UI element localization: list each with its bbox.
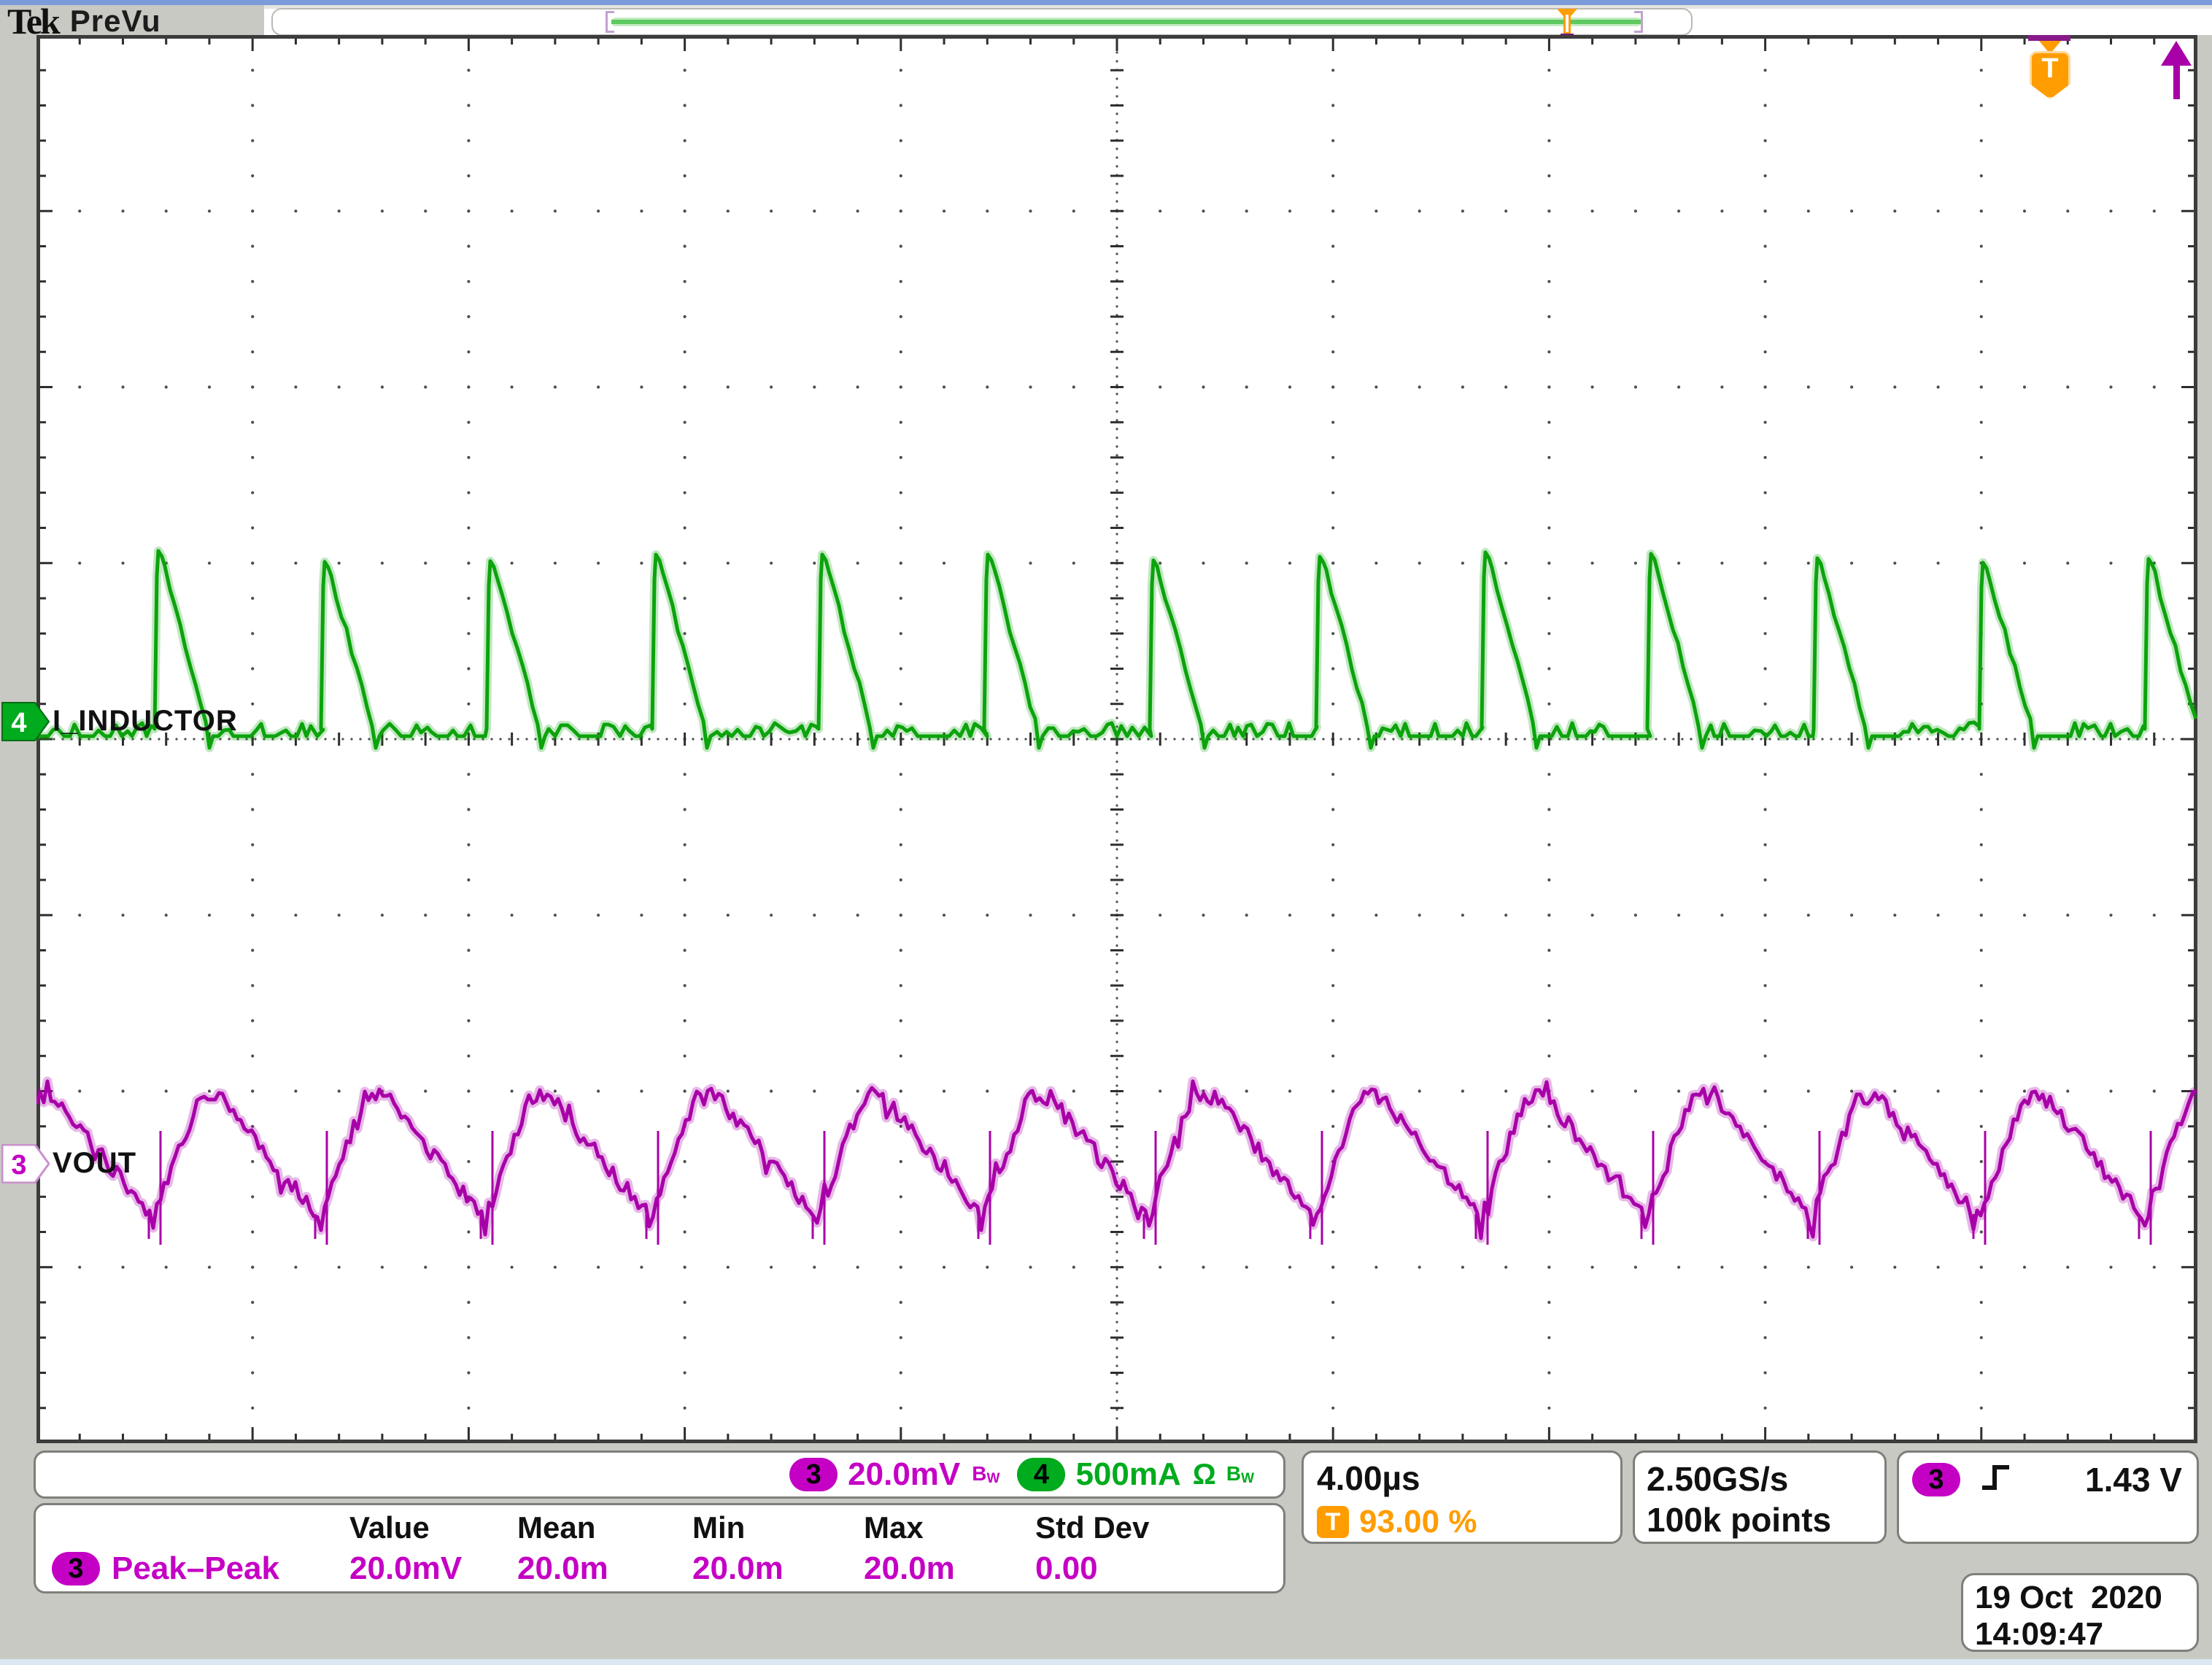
measurement-max: 20.0m — [864, 1550, 955, 1586]
col-stddev: Std Dev — [1035, 1510, 1150, 1545]
measurement-name: Peak–Peak — [112, 1550, 279, 1586]
measurement-value: 20.0mV — [349, 1550, 463, 1586]
measurement-source-badge: 3 — [52, 1552, 100, 1585]
trigger-stem-icon — [1566, 15, 1569, 32]
measurement-mean: 20.0m — [517, 1550, 608, 1586]
col-value: Value — [349, 1510, 430, 1545]
trigger-point-dash — [2028, 35, 2070, 41]
ohm-coupling-icon: Ω — [1192, 1458, 1216, 1491]
acquisition-mode-badge: PreVu — [69, 3, 161, 38]
acquisition-box[interactable]: 2.50GS/s 100k points — [1633, 1450, 1887, 1544]
window-end-bracket-icon[interactable] — [1634, 11, 1643, 33]
trigger-position-percent: 93.00 % — [1359, 1504, 1477, 1540]
measurement-row: 3 Peak–Peak 20.0mV 20.0m 20.0m 20.0m 0.0… — [36, 1548, 1283, 1590]
timebase-box[interactable]: 4.00µs T 93.00 % — [1302, 1450, 1623, 1544]
ch4-bandwidth-icon: BW — [1226, 1462, 1254, 1486]
rising-edge-icon — [1982, 1465, 2009, 1490]
ch3-bandwidth-icon: BW — [972, 1462, 1000, 1486]
measurement-panel: Value Mean Min Max Std Dev 3 Peak–Peak 2… — [34, 1503, 1285, 1593]
level-arrow-stem — [2173, 63, 2180, 99]
ch3-badge[interactable]: 3 — [789, 1458, 838, 1491]
graticule — [36, 35, 2197, 1443]
col-max: Max — [864, 1510, 924, 1545]
datetime-box: 19 Oct 2020 14:09:47 — [1961, 1573, 2199, 1652]
oscilloscope-screen: Tek PreVu T 4 I_INDUCTOR 3 VOUT 3 20.0mV… — [0, 0, 2212, 1665]
col-mean: Mean — [517, 1510, 596, 1545]
trigger-source-badge: 3 — [1912, 1463, 1960, 1496]
brand-area: Tek PreVu — [0, 1, 264, 42]
top-accent-bar — [0, 0, 2212, 5]
svg-text:4: 4 — [11, 708, 26, 738]
svg-text:3: 3 — [11, 1150, 26, 1181]
trigger-level-readout: 1.43 V — [2085, 1461, 2182, 1499]
ch4-badge[interactable]: 4 — [1017, 1458, 1066, 1491]
measurement-min: 20.0m — [692, 1550, 784, 1586]
measurement-header-row: Value Mean Min Max Std Dev — [36, 1508, 1283, 1548]
sample-rate: 2.50GS/s — [1647, 1460, 1789, 1498]
ch4-scale-readout[interactable]: 500mA — [1075, 1456, 1180, 1493]
record-trigger-position-marker-icon[interactable] — [1552, 9, 1582, 39]
ch3-ground-marker[interactable]: 3 — [1, 1143, 50, 1184]
trigger-t-icon: T — [1317, 1506, 1349, 1538]
measurement-stddev: 0.00 — [1035, 1550, 1098, 1586]
trigger-level-offscreen-icon[interactable] — [2161, 41, 2194, 102]
scope-canvas — [36, 35, 2197, 1443]
date-text: 19 Oct 2020 — [1975, 1580, 2162, 1615]
ch4-ground-marker[interactable]: 4 — [1, 702, 50, 741]
level-arrow-head — [2161, 41, 2192, 66]
ch3-label: VOUT — [53, 1147, 137, 1179]
col-min: Min — [692, 1510, 746, 1545]
record-length: 100k points — [1647, 1501, 1832, 1539]
time-text: 14:09:47 — [1975, 1616, 2104, 1652]
bottom-accent-strip — [0, 1659, 2212, 1665]
ch3-scale-readout[interactable]: 20.0mV — [848, 1456, 960, 1493]
record-waveform-line — [611, 20, 1641, 24]
channel-readout-bar: 3 20.0mV BW 4 500mA Ω BW — [34, 1450, 1285, 1499]
timebase-scale: 4.00µs — [1317, 1459, 1420, 1497]
trigger-box[interactable]: 3 1.43 V — [1897, 1450, 2199, 1544]
ch4-label: I_INDUCTOR — [53, 705, 238, 737]
window-start-bracket-icon[interactable] — [606, 11, 614, 33]
